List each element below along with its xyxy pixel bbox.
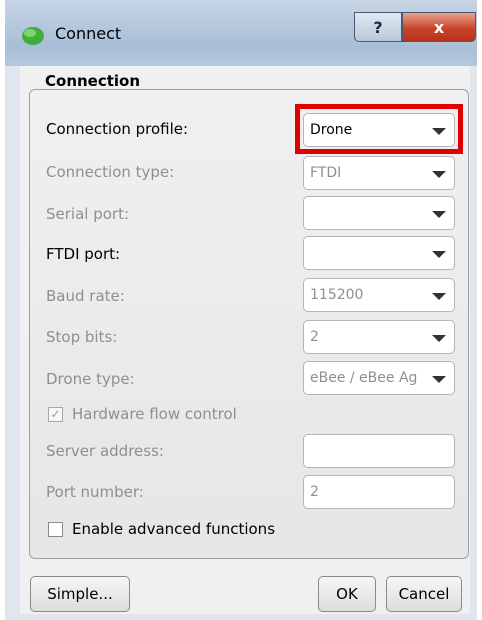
highlight-box bbox=[295, 104, 463, 154]
simple-button[interactable]: Simple... bbox=[30, 576, 130, 612]
chevron-down-icon bbox=[432, 293, 446, 300]
cancel-button[interactable]: Cancel bbox=[386, 576, 462, 612]
connection-profile-label: Connection profile: bbox=[46, 120, 189, 138]
hardware-flow-label: Hardware flow control bbox=[72, 405, 237, 423]
close-icon: x bbox=[433, 17, 445, 37]
chevron-down-icon bbox=[432, 171, 446, 178]
advanced-functions-checkbox[interactable] bbox=[48, 521, 63, 537]
server-address-label: Server address: bbox=[46, 442, 164, 460]
app-icon bbox=[22, 27, 44, 45]
ok-button-label: OK bbox=[336, 585, 358, 603]
simple-button-label: Simple... bbox=[47, 585, 113, 603]
chevron-down-icon bbox=[432, 211, 446, 218]
chevron-down-icon bbox=[432, 335, 446, 342]
advanced-functions-label[interactable]: Enable advanced functions bbox=[72, 520, 275, 538]
stop-bits-select: 2 bbox=[303, 320, 455, 354]
cancel-button-label: Cancel bbox=[398, 585, 450, 603]
tab-connection[interactable]: Connection bbox=[45, 72, 140, 90]
drone-type-select: eBee / eBee Ag bbox=[303, 361, 455, 395]
checkmark-icon: ✓ bbox=[50, 407, 61, 421]
baud-rate-select: 115200 bbox=[303, 278, 455, 312]
ok-button[interactable]: OK bbox=[318, 576, 376, 612]
stop-bits-label: Stop bits: bbox=[46, 328, 118, 346]
server-address-input bbox=[303, 434, 455, 468]
stop-bits-value: 2 bbox=[310, 329, 319, 345]
ftdi-port-label: FTDI port: bbox=[46, 245, 121, 263]
help-button[interactable]: ? bbox=[354, 12, 402, 42]
baud-rate-label: Baud rate: bbox=[46, 287, 125, 305]
baud-rate-value: 115200 bbox=[310, 287, 364, 303]
window-title: Connect bbox=[55, 24, 122, 43]
serial-port-label: Serial port: bbox=[46, 205, 130, 223]
chevron-down-icon bbox=[432, 376, 446, 383]
connection-type-label: Connection type: bbox=[46, 163, 175, 181]
hardware-flow-checkbox: ✓ bbox=[48, 406, 63, 422]
connection-type-select: FTDI bbox=[303, 156, 455, 190]
chevron-down-icon bbox=[432, 251, 446, 258]
port-number-label: Port number: bbox=[46, 483, 144, 501]
connection-type-value: FTDI bbox=[310, 165, 342, 181]
port-number-input: 2 bbox=[303, 475, 455, 509]
title-bar[interactable]: Connect ? x bbox=[5, 0, 477, 66]
drone-type-label: Drone type: bbox=[46, 370, 135, 388]
drone-type-value: eBee / eBee Ag bbox=[310, 370, 418, 386]
hardware-flow-checkbox-row: ✓ Hardware flow control bbox=[48, 405, 237, 423]
port-number-value: 2 bbox=[310, 484, 319, 500]
ftdi-port-select[interactable] bbox=[303, 236, 455, 270]
close-button[interactable]: x bbox=[402, 12, 476, 42]
serial-port-select bbox=[303, 196, 455, 230]
help-icon: ? bbox=[373, 17, 383, 37]
advanced-functions-checkbox-row[interactable]: Enable advanced functions bbox=[48, 520, 275, 538]
